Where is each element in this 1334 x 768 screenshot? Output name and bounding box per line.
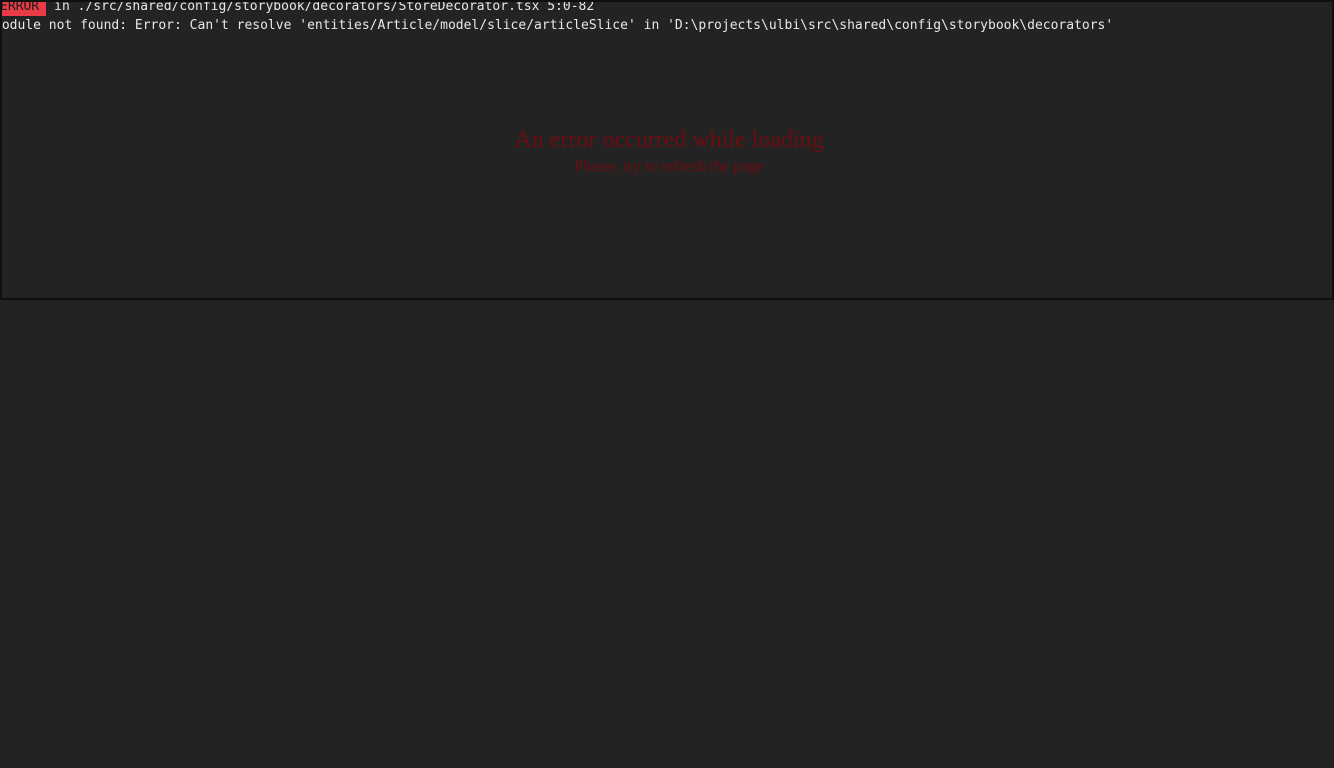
error-tag-badge: ERROR bbox=[2, 2, 47, 16]
fallback-title: An error occurred while loading bbox=[514, 127, 824, 153]
error-fallback: An error occurred while loading Please, … bbox=[2, 124, 1332, 178]
fallback-subtitle: Please, try to refresh the page bbox=[574, 158, 764, 175]
error-message: Module not found: Error: Can't resolve '… bbox=[0, 18, 1114, 33]
compile-error-header: ERROR in ./src/shared/config/storybook/de… bbox=[2, 0, 595, 16]
error-location: in ./src/shared/config/storybook/decorat… bbox=[54, 0, 595, 14]
error-overlay-panel: ERROR in ./src/shared/config/storybook/de… bbox=[0, 0, 1334, 300]
